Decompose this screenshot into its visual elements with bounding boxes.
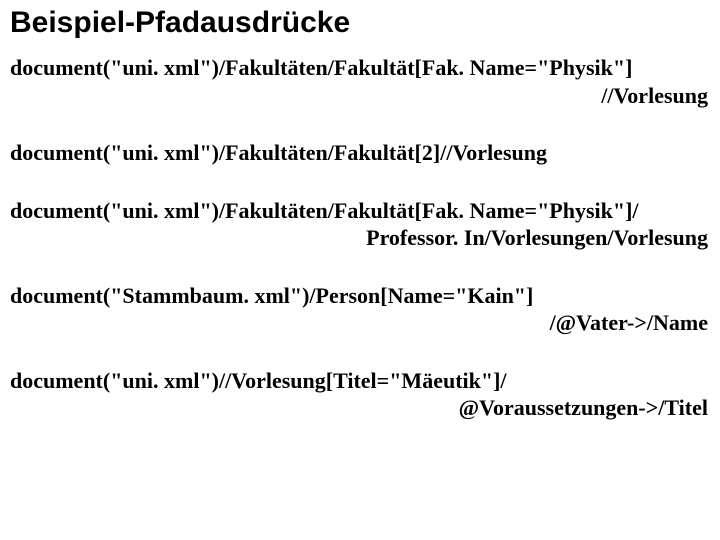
path-expression: document("uni. xml")//Vorlesung[Titel="M…: [10, 367, 710, 422]
slide: Beispiel-Pfadausdrücke document("uni. xm…: [0, 0, 720, 426]
expression-line: /@Vater->/Name: [10, 309, 710, 337]
expression-line: document("uni. xml")/Fakultäten/Fakultät…: [10, 54, 710, 82]
path-expression: document("uni. xml")/Fakultäten/Fakultät…: [10, 54, 710, 109]
expression-line: document("Stammbaum. xml")/Person[Name="…: [10, 282, 710, 310]
page-title: Beispiel-Pfadausdrücke: [10, 6, 710, 40]
path-expression: document("uni. xml")/Fakultäten/Fakultät…: [10, 139, 710, 167]
expression-line: @Voraussetzungen->/Titel: [10, 394, 710, 422]
expression-line: document("uni. xml")/Fakultäten/Fakultät…: [10, 197, 710, 225]
path-expression: document("uni. xml")/Fakultäten/Fakultät…: [10, 197, 710, 252]
expression-line: document("uni. xml")//Vorlesung[Titel="M…: [10, 367, 710, 395]
path-expression: document("Stammbaum. xml")/Person[Name="…: [10, 282, 710, 337]
expression-line: Professor. In/Vorlesungen/Vorlesung: [10, 224, 710, 252]
expression-line: //Vorlesung: [10, 82, 710, 110]
expression-line: document("uni. xml")/Fakultäten/Fakultät…: [10, 139, 710, 167]
